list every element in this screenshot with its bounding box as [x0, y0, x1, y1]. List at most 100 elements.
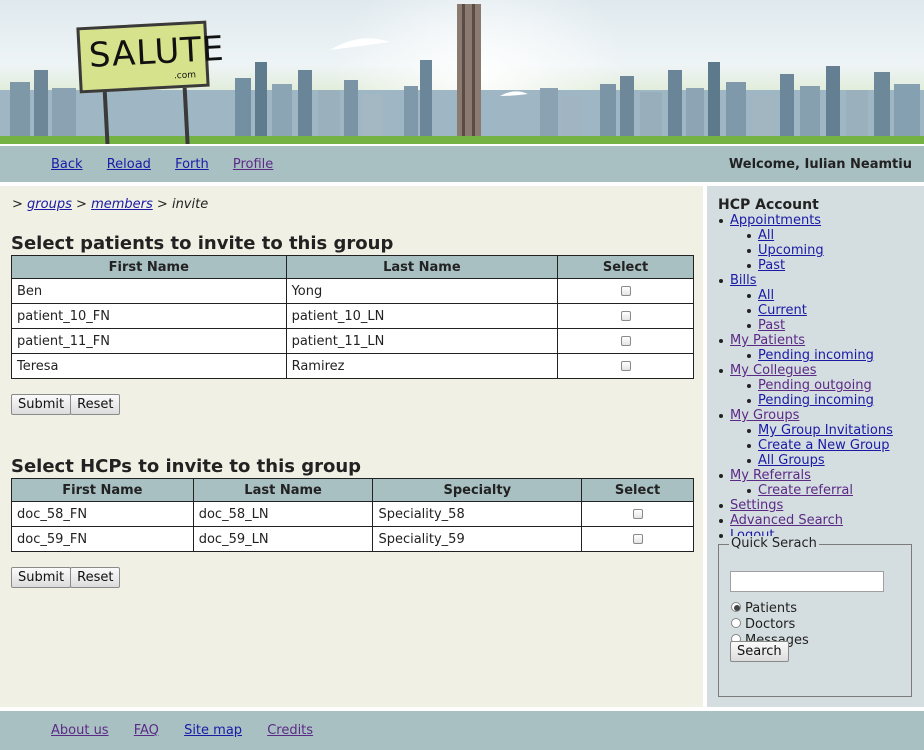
footer-bar: About us FAQ Site map Credits	[0, 711, 924, 750]
select-cell	[557, 328, 694, 354]
sidebar-subitem: Pending outgoing	[718, 378, 918, 393]
sidebar-item-my-referrals: My Referrals	[718, 468, 918, 483]
hcps-form-buttons: Submit Reset	[11, 567, 121, 588]
sidebar-link[interactable]: My Referrals	[730, 468, 811, 483]
sidebar-item-my-collegues: My Collegues	[718, 363, 918, 378]
first-name-cell: doc_59_FN	[11, 526, 194, 552]
nav-profile-link[interactable]: Profile	[233, 157, 273, 172]
sidebar-link[interactable]: Appointments	[730, 213, 821, 228]
sidebar-menu: Appointments All Upcoming Past Bills All…	[718, 213, 918, 543]
breadcrumb-members-link[interactable]: members	[91, 197, 153, 212]
radio-option-patients[interactable]: Patients	[731, 601, 797, 616]
sidebar-link[interactable]: Advanced Search	[730, 513, 843, 528]
sidebar-link[interactable]: Bills	[730, 273, 757, 288]
patients-form-buttons: Submit Reset	[11, 394, 121, 415]
table-header-row: First Name Last Name Specialty Select	[11, 478, 694, 502]
footer-faq-link[interactable]: FAQ	[134, 723, 159, 738]
logo-text: SALUTE	[87, 28, 226, 76]
sidebar-sublink[interactable]: Pending incoming	[758, 348, 874, 363]
table-row: doc_58_FN doc_58_LN Speciality_58	[11, 501, 694, 527]
hcps-table: First Name Last Name Specialty Select do…	[11, 478, 694, 552]
main-content: > groups > members > invite Select patie…	[0, 186, 703, 707]
welcome-message: Welcome, Iulian Neamtiu	[728, 157, 912, 172]
breadcrumb-separator: >	[156, 197, 168, 212]
sidebar-sublink[interactable]: Create referral	[758, 483, 853, 498]
patients-submit-button[interactable]: Submit	[11, 394, 72, 415]
radio-option-doctors[interactable]: Doctors	[731, 617, 795, 632]
sidebar-link[interactable]: My Patients	[730, 333, 805, 348]
sidebar-item-my-groups: My Groups	[718, 408, 918, 423]
hcps-submit-button[interactable]: Submit	[11, 567, 72, 588]
select-cell	[557, 303, 694, 329]
sidebar-sublink[interactable]: Past	[758, 258, 785, 273]
column-header-first-name: First Name	[11, 478, 194, 502]
quick-search-input[interactable]	[730, 571, 884, 592]
radio-label: Doctors	[745, 617, 796, 632]
select-checkbox[interactable]	[620, 311, 631, 321]
column-header-last-name: Last Name	[192, 478, 374, 502]
table-row: Ben Yong	[11, 278, 694, 304]
sidebar-subitem: My Group Invitations	[718, 423, 918, 438]
sidebar-sublink[interactable]: All Groups	[758, 453, 825, 468]
table-row: patient_10_FN patient_10_LN	[11, 303, 694, 329]
radio-button[interactable]	[731, 617, 741, 628]
footer-links: About us FAQ Site map Credits	[51, 723, 334, 738]
last-name-cell: patient_10_LN	[285, 303, 559, 329]
select-cell	[557, 278, 694, 304]
sidebar-link[interactable]: Settings	[730, 498, 783, 513]
nav-links: Back Reload Forth Profile	[51, 157, 293, 172]
sidebar-sublink[interactable]: My Group Invitations	[758, 423, 893, 438]
sidebar-sublink[interactable]: All	[758, 288, 774, 303]
first-name-cell: patient_10_FN	[11, 303, 287, 329]
nav-forth-link[interactable]: Forth	[175, 157, 209, 172]
sidebar-sublink[interactable]: Pending outgoing	[758, 378, 872, 393]
sidebar-sublink[interactable]: Create a New Group	[758, 438, 890, 453]
radio-button[interactable]	[731, 601, 741, 612]
column-header-first-name: First Name	[11, 255, 287, 279]
sidebar-subitem: Pending incoming	[718, 348, 918, 363]
sidebar-sublink[interactable]: Current	[758, 303, 807, 318]
sidebar-item-bills: Bills	[718, 273, 918, 288]
nav-reload-link[interactable]: Reload	[107, 157, 151, 172]
select-cell	[557, 353, 694, 379]
account-sidebar: HCP Account Appointments All Upcoming Pa…	[707, 186, 924, 707]
select-checkbox[interactable]	[620, 286, 631, 296]
nav-back-link[interactable]: Back	[51, 157, 83, 172]
site-banner: SALUTE .com	[0, 0, 924, 144]
quick-search-fieldset: Quick Serach Patients Doctors Messages S…	[718, 536, 912, 697]
sidebar-sublink[interactable]: Past	[758, 318, 785, 333]
last-name-cell: Yong	[285, 278, 559, 304]
footer-sitemap-link[interactable]: Site map	[184, 723, 242, 738]
select-checkbox[interactable]	[632, 509, 643, 519]
select-checkbox[interactable]	[632, 534, 643, 544]
sidebar-link[interactable]: My Collegues	[730, 363, 817, 378]
patients-reset-button[interactable]: Reset	[70, 394, 121, 415]
sidebar-item-settings: Settings	[718, 498, 918, 513]
breadcrumb-current: invite	[171, 197, 209, 212]
hcps-reset-button[interactable]: Reset	[70, 567, 121, 588]
column-header-select: Select	[557, 255, 694, 279]
sidebar-sublink[interactable]: Pending incoming	[758, 393, 874, 408]
sidebar-item-my-patients: My Patients	[718, 333, 918, 348]
select-checkbox[interactable]	[620, 361, 631, 371]
breadcrumb-groups-link[interactable]: groups	[27, 197, 72, 212]
hcps-section-title: Select HCPs to invite to this group	[11, 456, 362, 477]
table-row: Teresa Ramirez	[11, 353, 694, 379]
sidebar-sublink[interactable]: All	[758, 228, 774, 243]
last-name-cell: Ramirez	[285, 353, 559, 379]
breadcrumb: > groups > members > invite	[12, 197, 208, 212]
last-name-cell: doc_59_LN	[192, 526, 374, 552]
salute-logo[interactable]: SALUTE .com	[76, 20, 226, 144]
table-row: patient_11_FN patient_11_LN	[11, 328, 694, 354]
select-checkbox[interactable]	[620, 336, 631, 346]
sidebar-sublink[interactable]: Upcoming	[758, 243, 824, 258]
footer-credits-link[interactable]: Credits	[267, 723, 313, 738]
footer-about-link[interactable]: About us	[51, 723, 109, 738]
select-cell	[581, 501, 694, 527]
sidebar-subitem: Upcoming	[718, 243, 918, 258]
sidebar-link[interactable]: My Groups	[730, 408, 799, 423]
quick-search-button[interactable]: Search	[730, 641, 789, 662]
logo-subtext: .com	[173, 70, 197, 82]
table-header-row: First Name Last Name Select	[11, 255, 694, 279]
sidebar-subitem: All Groups	[718, 453, 918, 468]
